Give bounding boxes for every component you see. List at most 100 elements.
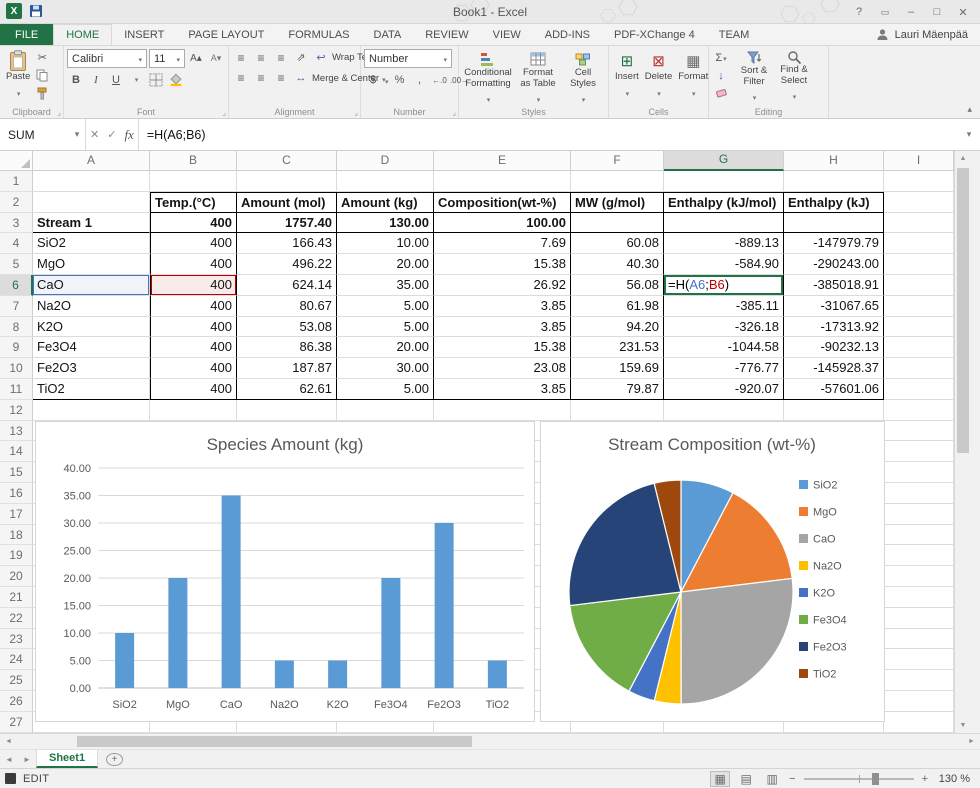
cell-H3[interactable] bbox=[784, 213, 884, 234]
cell-H1[interactable] bbox=[784, 171, 884, 192]
cancel-button[interactable]: ✕ bbox=[90, 128, 99, 141]
cell-I9[interactable] bbox=[884, 337, 954, 358]
cell-A2[interactable] bbox=[33, 192, 150, 213]
cell-D4[interactable]: 10.00 bbox=[337, 233, 434, 254]
ribbon-tab-file[interactable]: FILE bbox=[0, 24, 53, 45]
cell-E10[interactable]: 23.08 bbox=[434, 358, 571, 379]
font-name-combo[interactable]: Calibri bbox=[67, 49, 147, 68]
clipboard-dialog-launcher[interactable] bbox=[57, 108, 61, 117]
scroll-down-icon[interactable] bbox=[955, 718, 971, 733]
formula-input[interactable]: =H(A6;B6) bbox=[139, 119, 958, 150]
cell-E3[interactable]: 100.00 bbox=[434, 213, 571, 234]
cell-I22[interactable] bbox=[884, 608, 954, 629]
ribbon-tab-data[interactable]: DATA bbox=[362, 24, 414, 45]
cell-G7[interactable]: -385.11 bbox=[664, 296, 784, 317]
zoom-level[interactable]: 130 % bbox=[936, 773, 970, 785]
conditional-formatting-button[interactable]: Conditional Formatting bbox=[462, 49, 514, 104]
cell-A12[interactable] bbox=[33, 400, 150, 421]
scroll-up-icon[interactable] bbox=[955, 151, 971, 166]
scroll-left-icon[interactable] bbox=[0, 738, 17, 745]
cell-C1[interactable] bbox=[237, 171, 337, 192]
cell-F6[interactable]: 56.08 bbox=[571, 275, 664, 296]
normal-view-button[interactable] bbox=[711, 772, 729, 786]
cell-I4[interactable] bbox=[884, 233, 954, 254]
format-as-table-button[interactable]: Format as Table bbox=[514, 49, 562, 104]
cell-I11[interactable] bbox=[884, 379, 954, 400]
cell-I12[interactable] bbox=[884, 400, 954, 421]
cell-A4[interactable]: SiO2 bbox=[33, 233, 150, 254]
row-header-23[interactable]: 23 bbox=[0, 629, 33, 650]
align-right-button[interactable] bbox=[272, 70, 290, 87]
currency-dropdown[interactable] bbox=[384, 71, 389, 89]
cell-C4[interactable]: 166.43 bbox=[237, 233, 337, 254]
formula-bar-expand-icon[interactable] bbox=[958, 119, 980, 150]
cell-H11[interactable]: -57601.06 bbox=[784, 379, 884, 400]
cell-D8[interactable]: 5.00 bbox=[337, 317, 434, 338]
cell-E7[interactable]: 3.85 bbox=[434, 296, 571, 317]
cell-D9[interactable]: 20.00 bbox=[337, 337, 434, 358]
cell-G2[interactable]: Enthalpy (kJ/mol) bbox=[664, 192, 784, 213]
cell-I8[interactable] bbox=[884, 317, 954, 338]
cell-A8[interactable]: K2O bbox=[33, 317, 150, 338]
cell-F4[interactable]: 60.08 bbox=[571, 233, 664, 254]
cell-B10[interactable]: 400 bbox=[150, 358, 237, 379]
row-header-13[interactable]: 13 bbox=[0, 421, 33, 442]
cell-B6[interactable]: 400 bbox=[150, 275, 237, 296]
insert-function-button[interactable]: fx bbox=[124, 127, 133, 143]
cell-D11[interactable]: 5.00 bbox=[337, 379, 434, 400]
cell-G9[interactable]: -1044.58 bbox=[664, 337, 784, 358]
row-header-22[interactable]: 22 bbox=[0, 608, 33, 629]
cell-F12[interactable] bbox=[571, 400, 664, 421]
cell-E2[interactable]: Composition(wt-%) bbox=[434, 192, 571, 213]
row-header-1[interactable]: 1 bbox=[0, 171, 33, 192]
cell-D1[interactable] bbox=[337, 171, 434, 192]
cell-B12[interactable] bbox=[150, 400, 237, 421]
cell-G5[interactable]: -584.90 bbox=[664, 254, 784, 275]
cell-E12[interactable] bbox=[434, 400, 571, 421]
sheet-nav-right-icon[interactable] bbox=[18, 750, 36, 768]
page-break-view-button[interactable] bbox=[763, 772, 781, 786]
cell-G10[interactable]: -776.77 bbox=[664, 358, 784, 379]
underline-button[interactable]: U bbox=[107, 71, 125, 88]
pie-chart[interactable]: Stream Composition (wt-%)SiO2MgOCaONa2OK… bbox=[540, 421, 885, 722]
account-area[interactable]: Lauri Mäenpää bbox=[876, 24, 980, 45]
cell-E6[interactable]: 26.92 bbox=[434, 275, 571, 296]
cell-I2[interactable] bbox=[884, 192, 954, 213]
row-header-18[interactable]: 18 bbox=[0, 525, 33, 546]
minimize-button[interactable] bbox=[898, 6, 924, 18]
cell-I26[interactable] bbox=[884, 691, 954, 712]
orientation-button[interactable] bbox=[292, 49, 310, 66]
cell-E9[interactable]: 15.38 bbox=[434, 337, 571, 358]
currency-format-button[interactable]: $ bbox=[364, 72, 382, 89]
cell-H8[interactable]: -17313.92 bbox=[784, 317, 884, 338]
cell-E5[interactable]: 15.38 bbox=[434, 254, 571, 275]
cell-I27[interactable] bbox=[884, 712, 954, 733]
row-header-24[interactable]: 24 bbox=[0, 649, 33, 670]
cell-C5[interactable]: 496.22 bbox=[237, 254, 337, 275]
font-dialog-launcher[interactable] bbox=[222, 108, 226, 117]
cell-F7[interactable]: 61.98 bbox=[571, 296, 664, 317]
cell-A11[interactable]: TiO2 bbox=[33, 379, 150, 400]
cell-B5[interactable]: 400 bbox=[150, 254, 237, 275]
cell-E1[interactable] bbox=[434, 171, 571, 192]
cell-D7[interactable]: 5.00 bbox=[337, 296, 434, 317]
ribbon-tab-add-ins[interactable]: ADD-INS bbox=[533, 24, 602, 45]
help-button[interactable] bbox=[846, 6, 872, 18]
cell-I23[interactable] bbox=[884, 629, 954, 650]
font-size-combo[interactable]: 11 bbox=[149, 49, 185, 68]
cell-A1[interactable] bbox=[33, 171, 150, 192]
cell-D6[interactable]: 35.00 bbox=[337, 275, 434, 296]
cell-H6[interactable]: -385018.91 bbox=[784, 275, 884, 296]
cell-I7[interactable] bbox=[884, 296, 954, 317]
cell-D2[interactable]: Amount (kg) bbox=[337, 192, 434, 213]
clear-button[interactable] bbox=[712, 85, 730, 102]
column-header-D[interactable]: D bbox=[337, 151, 434, 171]
row-header-6[interactable]: 6 bbox=[0, 275, 33, 296]
vertical-scrollbar[interactable] bbox=[954, 151, 971, 733]
cell-H5[interactable]: -290243.00 bbox=[784, 254, 884, 275]
horizontal-scrollbar[interactable] bbox=[0, 733, 980, 749]
ribbon-tab-formulas[interactable]: FORMULAS bbox=[276, 24, 361, 45]
sheet-nav-left-icon[interactable] bbox=[0, 750, 18, 768]
find-select-button[interactable]: Find & Select bbox=[774, 49, 814, 104]
cell-I17[interactable] bbox=[884, 504, 954, 525]
